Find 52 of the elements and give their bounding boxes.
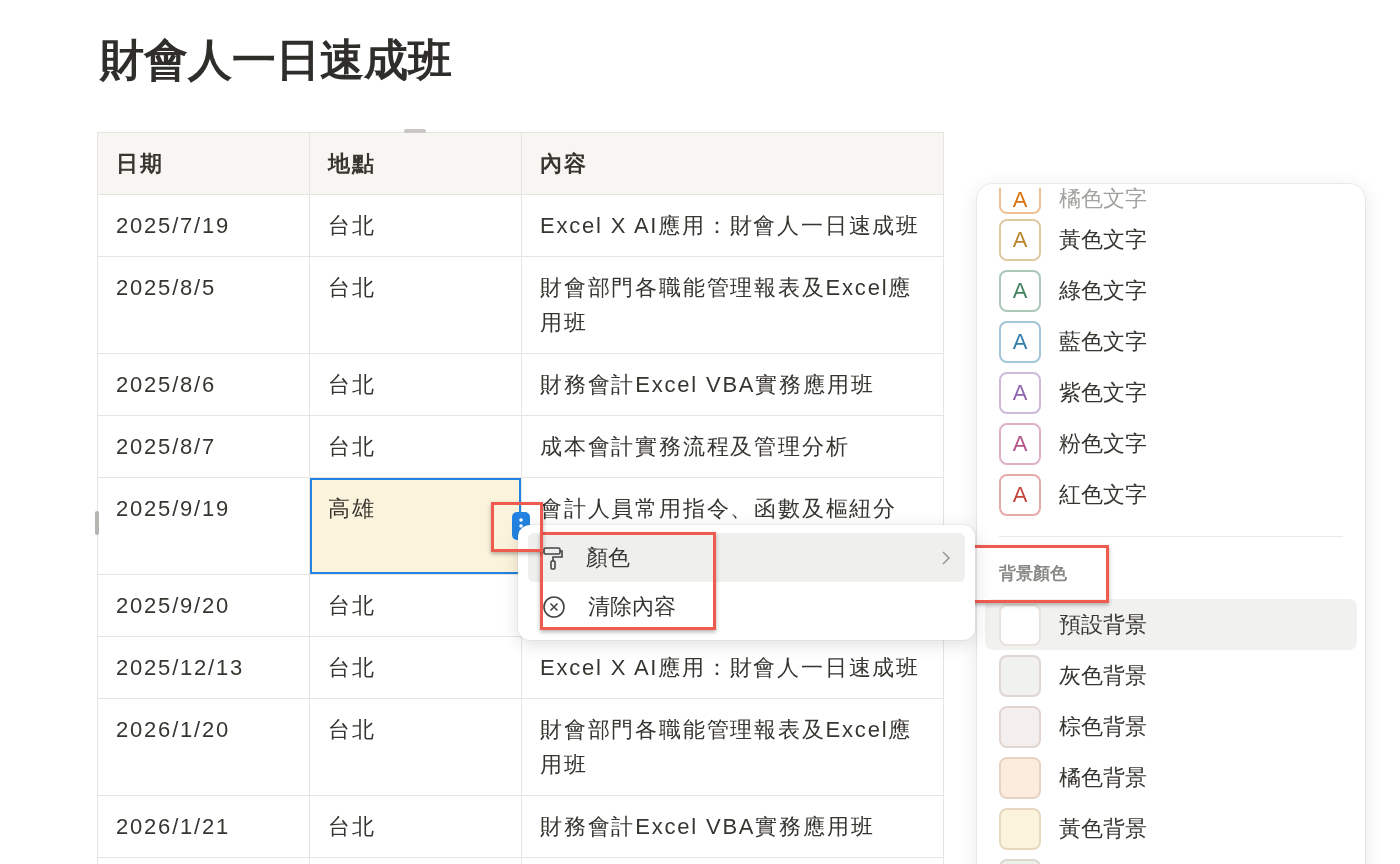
row-handle[interactable]: [95, 511, 99, 535]
table-cell: 2025/9/20: [97, 574, 310, 637]
table-cell: 2025/7/19: [97, 194, 310, 257]
table-cell: 台北: [309, 795, 522, 858]
menu-item[interactable]: 清除內容: [528, 582, 965, 631]
color-option[interactable]: 橘色背景: [985, 752, 1357, 803]
color-option[interactable]: 灰色背景: [985, 650, 1357, 701]
text-color-icon: A: [999, 218, 1041, 261]
table-cell: 台北: [309, 256, 522, 354]
table-cell: 成本會計實務流程及管理分析: [521, 415, 944, 478]
color-option[interactable]: A 藍色文字: [985, 316, 1357, 367]
column-header: 內容: [521, 132, 944, 195]
table-cell: 2025/8/7: [97, 415, 310, 478]
text-color-icon: A: [999, 422, 1041, 465]
text-color-icon: A: [999, 269, 1041, 312]
table-cell: 財務會計Excel VBA實務應用班: [521, 353, 944, 416]
color-option[interactable]: A 綠色文字: [985, 265, 1357, 316]
color-option[interactable]: 棕色背景: [985, 701, 1357, 752]
table-cell: 2025/12/13: [97, 636, 310, 699]
column-header: 地點: [309, 132, 522, 195]
table-cell: 2026/1/20: [97, 698, 310, 796]
page-title: 財會人一日速成班: [100, 34, 453, 86]
paint-roller-icon: [542, 545, 564, 570]
table-cell: 財務會計Excel VBA實務應用班: [521, 795, 944, 858]
color-option[interactable]: A 紫色文字: [985, 367, 1357, 418]
column-handle[interactable]: [404, 129, 426, 133]
clear-icon: [542, 594, 566, 619]
table-cell: 2026/1/21: [97, 795, 310, 858]
column-header: 日期: [97, 132, 310, 195]
chevron-right-icon: [941, 549, 951, 566]
table-cell: Excel X AI應用：財會人一日速成班: [521, 194, 944, 257]
table-cell: 財會部門各職能管理報表及Excel應用班: [521, 698, 944, 796]
text-color-icon: A: [999, 473, 1041, 516]
color-option[interactable]: A 粉色文字: [985, 418, 1357, 469]
color-option[interactable]: A 紅色文字: [985, 469, 1357, 520]
color-option[interactable]: 黃色背景: [985, 803, 1357, 854]
table-cell: 台北: [309, 194, 522, 257]
text-color-icon: A: [999, 371, 1041, 414]
table-cell: 台北: [309, 415, 522, 478]
color-option[interactable]: 預設背景: [985, 599, 1357, 650]
table-cell: 財會部門各職能管理報表及Excel應用班: [521, 256, 944, 354]
table-cell: 台北: [309, 698, 522, 796]
table-cell: 台北: [309, 353, 522, 416]
table-cell: 台北: [309, 636, 522, 699]
text-color-icon: A: [999, 320, 1041, 363]
section-header: 背景顏色: [999, 562, 1067, 585]
text-color-icon: A: [999, 188, 1041, 214]
color-option[interactable]: A 黃色文字: [985, 214, 1357, 265]
table-cell: 2025/8/5: [97, 256, 310, 354]
menu-item[interactable]: 顏色: [528, 533, 965, 582]
table-cell: 2025/8/6: [97, 353, 310, 416]
table-cell: 2025/9/19: [97, 477, 310, 575]
